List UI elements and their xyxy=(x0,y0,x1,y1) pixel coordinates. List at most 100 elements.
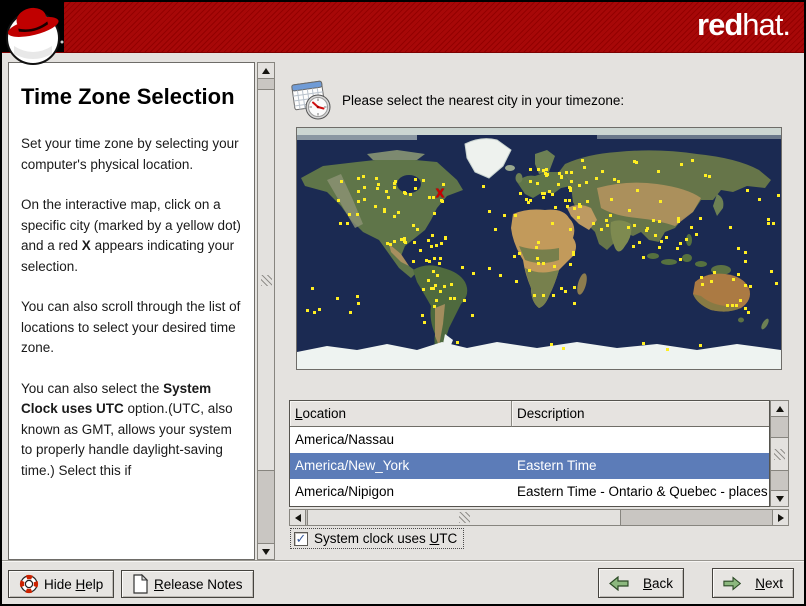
map-city-dot[interactable] xyxy=(584,180,588,184)
map-city-dot[interactable] xyxy=(421,178,425,182)
help-scroll-down-button[interactable] xyxy=(257,543,275,560)
map-city-dot[interactable] xyxy=(393,214,397,218)
release-notes-button[interactable]: Release Notes xyxy=(121,570,254,598)
map-city-dot[interactable] xyxy=(414,186,418,190)
map-city-dot[interactable] xyxy=(416,227,420,231)
map-city-dot[interactable] xyxy=(645,226,649,230)
map-city-dot[interactable] xyxy=(355,212,359,216)
map-city-dot[interactable] xyxy=(422,321,426,324)
map-city-dot[interactable] xyxy=(676,220,680,224)
map-city-dot[interactable] xyxy=(562,347,566,351)
map-city-dot[interactable] xyxy=(453,297,457,301)
map-city-dot[interactable] xyxy=(636,188,639,192)
map-city-dot[interactable] xyxy=(569,187,572,191)
map-city-dot[interactable] xyxy=(572,302,576,306)
map-city-dot[interactable] xyxy=(413,240,416,244)
map-city-dot[interactable] xyxy=(427,196,431,200)
map-city-dot[interactable] xyxy=(736,272,740,276)
map-city-dot[interactable] xyxy=(726,303,730,307)
map-city-dot[interactable] xyxy=(658,246,662,250)
table-scroll-down-button[interactable] xyxy=(770,490,789,507)
map-city-dot[interactable] xyxy=(432,256,436,260)
map-city-dot[interactable] xyxy=(340,180,344,184)
map-city-dot[interactable] xyxy=(455,341,459,345)
map-city-dot[interactable] xyxy=(564,198,567,202)
map-city-dot[interactable] xyxy=(664,236,668,240)
map-city-dot[interactable] xyxy=(426,278,430,282)
map-city-dot[interactable] xyxy=(487,267,491,270)
map-city-dot[interactable] xyxy=(566,204,570,208)
help-scroll-up-button[interactable] xyxy=(257,62,275,79)
map-city-dot[interactable] xyxy=(631,244,635,248)
map-city-dot[interactable] xyxy=(544,168,548,172)
map-city-dot[interactable] xyxy=(525,198,529,202)
map-city-dot[interactable] xyxy=(373,204,377,208)
map-city-dot[interactable] xyxy=(433,284,437,288)
map-city-dot[interactable] xyxy=(551,293,555,297)
map-city-dot[interactable] xyxy=(776,194,780,197)
table-row[interactable]: America/Nassau xyxy=(290,427,769,453)
map-city-dot[interactable] xyxy=(550,222,554,226)
map-city-dot[interactable] xyxy=(402,239,406,243)
map-city-dot[interactable] xyxy=(528,179,532,183)
map-city-dot[interactable] xyxy=(678,257,682,261)
map-city-dot[interactable] xyxy=(472,271,476,275)
utc-checkbox-row[interactable]: ✓ System clock uses UTC xyxy=(290,528,465,549)
map-city-dot[interactable] xyxy=(346,221,350,225)
map-city-dot[interactable] xyxy=(570,179,574,183)
map-city-dot[interactable] xyxy=(743,250,747,254)
map-city-dot[interactable] xyxy=(694,233,698,236)
map-city-dot[interactable] xyxy=(513,254,517,258)
map-city-dot[interactable] xyxy=(537,241,541,245)
map-city-dot[interactable] xyxy=(698,217,702,221)
map-city-dot[interactable] xyxy=(738,298,742,302)
back-button[interactable]: Back xyxy=(598,568,684,598)
map-city-dot[interactable] xyxy=(642,255,646,259)
map-city-dot[interactable] xyxy=(573,285,577,289)
map-city-dot[interactable] xyxy=(560,286,563,290)
map-city-dot[interactable] xyxy=(347,212,351,216)
map-city-dot[interactable] xyxy=(732,278,736,282)
map-city-dot[interactable] xyxy=(578,183,582,187)
map-city-dot[interactable] xyxy=(572,251,576,255)
table-scroll-up-button[interactable] xyxy=(770,400,789,417)
map-city-dot[interactable] xyxy=(633,224,637,228)
map-city-dot[interactable] xyxy=(427,259,431,263)
map-city-dot[interactable] xyxy=(772,222,776,226)
map-city-dot[interactable] xyxy=(535,257,539,261)
map-city-dot[interactable] xyxy=(434,244,438,248)
map-city-dot[interactable] xyxy=(356,200,360,204)
map-city-dot[interactable] xyxy=(482,184,486,188)
map-city-dot[interactable] xyxy=(470,314,474,318)
map-city-dot[interactable] xyxy=(433,211,437,215)
map-city-dot[interactable] xyxy=(654,234,658,238)
hide-help-button[interactable]: Hide Help xyxy=(8,570,115,598)
map-city-dot[interactable] xyxy=(337,199,340,203)
map-city-dot[interactable] xyxy=(541,262,545,266)
map-city-dot[interactable] xyxy=(386,195,390,199)
map-city-dot[interactable] xyxy=(592,222,596,225)
table-hscrollbar[interactable] xyxy=(289,509,789,526)
map-city-dot[interactable] xyxy=(503,214,507,218)
map-city-dot[interactable] xyxy=(529,198,532,202)
map-city-dot[interactable] xyxy=(462,298,466,302)
map-city-dot[interactable] xyxy=(339,221,343,225)
map-city-dot[interactable] xyxy=(419,248,422,252)
map-city-dot[interactable] xyxy=(421,314,425,318)
help-scroll-thumb[interactable] xyxy=(257,89,275,471)
map-city-dot[interactable] xyxy=(499,273,502,277)
map-city-dot[interactable] xyxy=(605,218,609,222)
map-city-dot[interactable] xyxy=(362,185,366,189)
map-city-dot[interactable] xyxy=(638,240,642,244)
map-city-dot[interactable] xyxy=(749,284,752,288)
map-city-dot[interactable] xyxy=(651,219,655,222)
map-city-dot[interactable] xyxy=(392,240,396,244)
map-city-dot[interactable] xyxy=(775,282,779,286)
map-city-dot[interactable] xyxy=(595,177,598,181)
map-city-dot[interactable] xyxy=(363,198,367,202)
next-button[interactable]: Next xyxy=(712,568,794,598)
map-city-dot[interactable] xyxy=(537,261,541,265)
map-city-dot[interactable] xyxy=(427,238,431,242)
map-city-dot[interactable] xyxy=(399,237,403,241)
map-city-dot[interactable] xyxy=(433,305,437,309)
